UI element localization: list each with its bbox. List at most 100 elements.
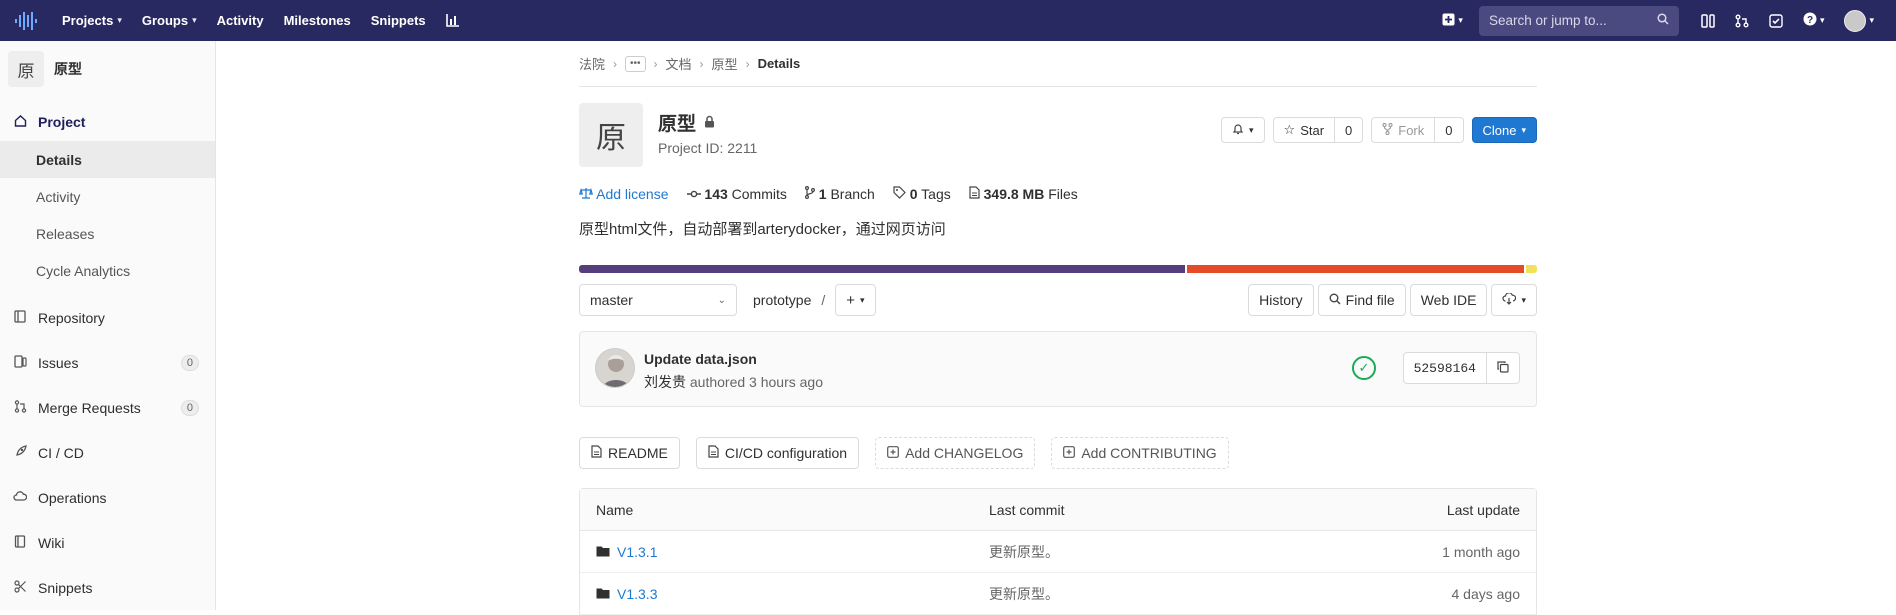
fork-label: Fork	[1398, 122, 1425, 138]
sidebar-item-ci-cd[interactable]: CI / CD	[0, 434, 215, 472]
clone-label: Clone	[1482, 122, 1517, 138]
nav-milestones[interactable]: Milestones	[274, 0, 361, 41]
sidebar-item-label: Snippets	[38, 580, 93, 596]
branch-select[interactable]: master ⌄	[579, 284, 737, 316]
branch-stat[interactable]: 1 Branch	[804, 186, 875, 202]
todo-icon[interactable]	[1759, 0, 1793, 41]
sidebar-item-snippets[interactable]: Snippets	[0, 569, 215, 607]
table-row[interactable]: V1.3.3 更新原型。 4 days ago	[580, 573, 1536, 615]
file-icon	[708, 445, 719, 461]
chevron-down-icon: ▾	[1819, 15, 1825, 25]
search-input[interactable]: Search or jump to...	[1478, 5, 1679, 36]
chevron-down-icon: ▾	[192, 15, 197, 25]
last-commit-panel: Update data.json 刘发贵 authored 3 hours ag…	[579, 331, 1537, 407]
breadcrumb-item[interactable]: 文档	[666, 54, 692, 73]
column-header-name: Name	[596, 501, 634, 518]
merge-request-icon[interactable]	[1725, 0, 1759, 41]
sidebar-item-wiki[interactable]: Wiki	[0, 524, 215, 562]
tag-icon	[893, 186, 910, 202]
add-file-dropdown[interactable]: + ▾	[835, 284, 876, 316]
sidebar-toggle-icon[interactable]	[1691, 0, 1725, 41]
commit-sha[interactable]: 52598164	[1402, 352, 1487, 384]
fork-button[interactable]: Fork	[1371, 117, 1436, 143]
row-last-update: 4 days ago	[1451, 585, 1521, 602]
sidebar-item-label: Operations	[38, 490, 107, 506]
nav-projects[interactable]: Projects ▾	[52, 0, 132, 41]
commit-title[interactable]: Update data.json	[644, 351, 757, 367]
star-button[interactable]: ☆ Star	[1272, 117, 1336, 143]
project-title: 原型	[658, 114, 697, 135]
branch-select-value: master	[590, 292, 633, 308]
commit-author[interactable]: 刘发贵	[644, 374, 686, 390]
tags-stat[interactable]: 0 Tags	[893, 186, 951, 202]
folder-name[interactable]: V1.3.1	[617, 544, 657, 560]
add-changelog-button[interactable]: Add CHANGELOG	[875, 437, 1036, 469]
breadcrumb-current[interactable]: Details	[758, 56, 801, 71]
row-last-commit[interactable]: 更新原型。	[989, 542, 1369, 562]
cicd-configuration-button[interactable]: CI/CD configuration	[695, 437, 860, 469]
history-button[interactable]: History	[1248, 284, 1314, 316]
main-content: 法院 › ••• › 文档 › 原型 › Details 原 原型 Projec…	[578, 41, 1537, 615]
breadcrumb-item[interactable]: 原型	[712, 54, 738, 73]
fork-icon	[1382, 122, 1393, 138]
copy-sha-button[interactable]	[1487, 352, 1520, 384]
download-dropdown[interactable]: ▾	[1491, 284, 1537, 316]
project-actions: ▾ ☆ Star 0 Fork 0 Clone ▾	[1221, 117, 1537, 143]
pipeline-passed-icon[interactable]: ✓	[1352, 356, 1376, 380]
chevron-down-icon: ⌄	[717, 294, 726, 306]
star-count[interactable]: 0	[1335, 117, 1364, 143]
top-navbar: Projects ▾ Groups ▾ Activity Milestones Sn…	[0, 0, 1896, 41]
new-dropdown[interactable]: ▾	[1432, 0, 1473, 41]
clone-button[interactable]: Clone ▾	[1471, 117, 1537, 143]
bell-icon	[1232, 123, 1244, 138]
plus-square-icon	[1442, 13, 1455, 29]
help-dropdown[interactable]: ? ▾	[1793, 0, 1835, 41]
repo-path-root[interactable]: prototype	[753, 292, 811, 308]
sidebar-item-issues[interactable]: Issues 0	[0, 344, 215, 382]
gitlab-logo-icon[interactable]	[0, 0, 52, 41]
nav-groups[interactable]: Groups ▾	[132, 0, 207, 41]
breadcrumb-item[interactable]: 法院	[579, 54, 605, 73]
nav-snippets[interactable]: Snippets	[361, 0, 436, 41]
book-icon	[12, 535, 28, 551]
search-icon	[1657, 13, 1669, 28]
column-header-last-update: Last update	[1446, 501, 1520, 518]
sidebar-subitem-cycle-analytics[interactable]: Cycle Analytics	[0, 252, 215, 289]
star-icon: ☆	[1283, 122, 1296, 137]
fork-count[interactable]: 0	[1435, 117, 1464, 143]
find-file-button[interactable]: Find file	[1317, 284, 1406, 316]
commit-meta: 刘发贵 authored 3 hours ago	[644, 372, 823, 392]
sidebar-item-project[interactable]: Project	[0, 103, 215, 141]
table-row[interactable]: V1.3.1 更新原型。 1 month ago	[580, 531, 1536, 573]
commit-author-avatar[interactable]	[595, 348, 635, 388]
folder-name[interactable]: V1.3.3	[617, 586, 657, 602]
add-license-link[interactable]: Add license	[578, 186, 669, 202]
chevron-down-icon: ▾	[1458, 15, 1463, 25]
chevron-right-icon: ›	[699, 56, 704, 71]
readme-button[interactable]: README	[579, 437, 680, 469]
user-menu[interactable]: ▾	[1834, 0, 1896, 41]
nav-activity[interactable]: Activity	[207, 0, 274, 41]
sidebar-subitem-activity[interactable]: Activity	[0, 178, 215, 215]
chart-icon[interactable]	[436, 0, 470, 41]
branch-icon	[804, 186, 819, 202]
add-contributing-button[interactable]: Add CONTRIBUTING	[1051, 437, 1229, 469]
web-ide-button[interactable]: Web IDE	[1409, 284, 1488, 316]
files-stat[interactable]: 349.8 MB Files	[969, 186, 1078, 202]
breadcrumb-ellipsis-button[interactable]: •••	[625, 55, 646, 72]
svg-text:?: ?	[1807, 15, 1813, 26]
project-avatar: 原	[579, 103, 643, 167]
path-separator: /	[821, 292, 826, 308]
sidebar-item-merge-requests[interactable]: Merge Requests 0	[0, 389, 215, 427]
sidebar-subitem-releases[interactable]: Releases	[0, 215, 215, 252]
sidebar-item-repository[interactable]: Repository	[0, 299, 215, 337]
commits-stat[interactable]: 143 Commits	[686, 186, 787, 202]
breadcrumb: 法院 › ••• › 文档 › 原型 › Details	[579, 41, 1537, 87]
sidebar-subitem-details[interactable]: Details	[0, 141, 215, 178]
sidebar-project-header[interactable]: 原 原型	[0, 41, 215, 97]
language-bar-segment	[1523, 265, 1537, 273]
sidebar-item-operations[interactable]: Operations	[0, 479, 215, 517]
notification-dropdown[interactable]: ▾	[1221, 117, 1265, 143]
row-last-commit[interactable]: 更新原型。	[989, 584, 1369, 604]
page-title: 原型	[658, 109, 715, 136]
